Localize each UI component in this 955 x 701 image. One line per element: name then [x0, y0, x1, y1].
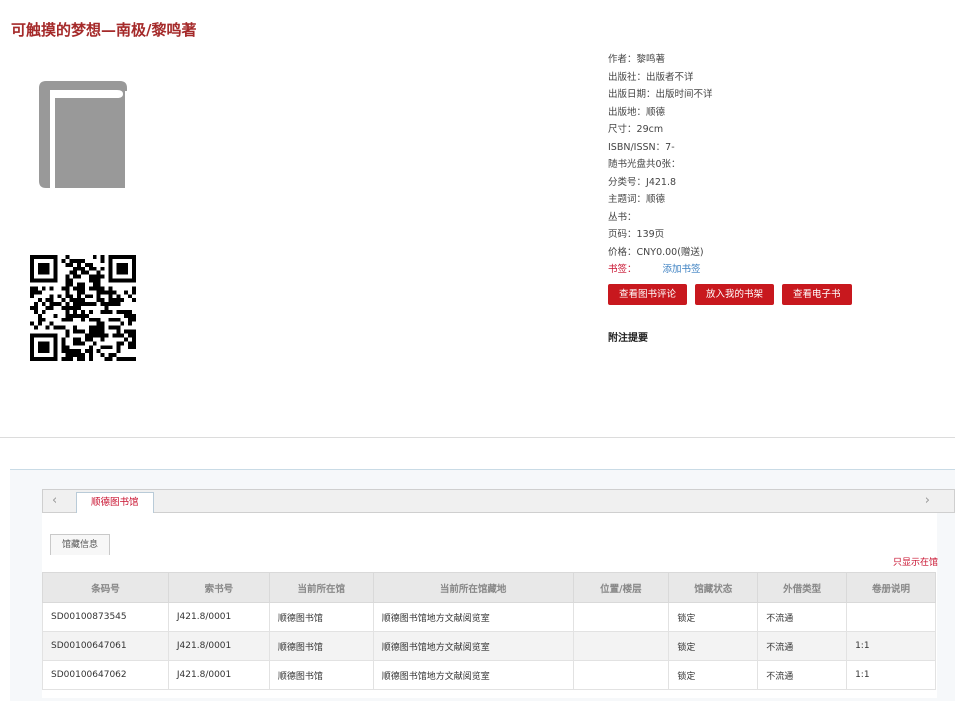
meta-tags: 书签： 添加书签	[608, 261, 938, 279]
cell-barcode: SD00100647061	[42, 631, 169, 661]
tags-label: 书签：	[608, 264, 637, 275]
meta-series: 丛书：	[608, 211, 637, 223]
col-status: 馆藏状态	[668, 572, 759, 603]
meta-isbn: ISBN/ISSN：7-	[608, 141, 675, 153]
cell-barcode: SD00100647062	[42, 660, 169, 690]
cell-location: 顺德图书馆地方文献阅览室	[372, 602, 574, 632]
cell-volume: 1:1	[846, 631, 936, 661]
meta-class-no: 分类号：J421.8	[608, 176, 677, 188]
col-loan-type: 外借类型	[757, 572, 848, 603]
add-to-shelf-button[interactable]: 放入我的书架	[695, 284, 775, 305]
book-title: 可触摸的梦想—南极/黎鸣著	[11, 21, 197, 39]
table-row: SD00100647062 J421.8/0001 顺德图书馆 顺德图书馆地方文…	[42, 660, 936, 690]
col-current-location: 当前所在馆藏地	[372, 572, 574, 603]
meta-author: 作者：黎鸣著	[608, 54, 666, 65]
note-title: 附注提要	[608, 333, 648, 344]
col-current-library: 当前所在馆	[268, 572, 374, 603]
col-volume-note: 卷册说明	[846, 572, 936, 603]
meta-cd: 随书光盘共0张：	[608, 159, 681, 170]
meta-publisher: 出版社：出版者不详	[608, 71, 694, 83]
cell-volume: 1:1	[846, 660, 936, 690]
holdings-panel: ‹ 顺德图书馆 › 馆藏信息 只显示在馆 条码号 索书号 当前所在馆 当前所在馆…	[10, 469, 955, 701]
cell-call-no: J421.8/0001	[167, 631, 270, 661]
view-reviews-button[interactable]: 查看图书评论	[608, 284, 688, 305]
meta-pages: 页码：139页	[608, 229, 665, 240]
table-header-row: 条码号 索书号 当前所在馆 当前所在馆藏地 位置/楼层 馆藏状态 外借类型 卷册…	[42, 572, 936, 603]
cell-library: 顺德图书馆	[268, 660, 374, 690]
cell-status: 锁定	[668, 631, 759, 661]
cell-call-no: J421.8/0001	[167, 602, 270, 632]
add-tag-link[interactable]: 添加书签	[663, 264, 701, 275]
holdings-content: 馆藏信息 只显示在馆 条码号 索书号 当前所在馆 当前所在馆藏地 位置/楼层 馆…	[42, 513, 938, 698]
cell-loan-type: 不流通	[757, 660, 848, 690]
chevron-left-icon[interactable]: ‹	[52, 493, 57, 508]
col-floor: 位置/楼层	[572, 572, 670, 603]
only-show-available-link[interactable]: 只显示在馆	[893, 555, 938, 568]
table-row: SD00100873545 J421.8/0001 顺德图书馆 顺德图书馆地方文…	[42, 602, 936, 632]
chevron-right-icon[interactable]: ›	[925, 493, 930, 508]
cell-floor	[572, 660, 670, 690]
view-ebook-button[interactable]: 查看电子书	[782, 284, 852, 305]
cell-floor	[572, 602, 670, 632]
tab-shunde-library[interactable]: 顺德图书馆	[76, 492, 154, 513]
table-row: SD00100647061 J421.8/0001 顺德图书馆 顺德图书馆地方文…	[42, 631, 936, 661]
cell-status: 锁定	[668, 660, 759, 690]
cell-status: 锁定	[668, 602, 759, 632]
qr-code-icon	[29, 255, 137, 361]
action-buttons: 查看图书评论 放入我的书架 查看电子书	[608, 284, 852, 305]
meta-pub-place: 出版地：顺德	[608, 106, 666, 118]
meta-pub-date: 出版日期：出版时间不详	[608, 89, 713, 100]
cell-loan-type: 不流通	[757, 602, 848, 632]
cell-library: 顺德图书馆	[268, 631, 374, 661]
holdings-table: 条码号 索书号 当前所在馆 当前所在馆藏地 位置/楼层 馆藏状态 外借类型 卷册…	[42, 572, 936, 690]
cell-barcode: SD00100873545	[42, 602, 169, 632]
meta-subject: 主题词：顺德	[608, 194, 666, 205]
cell-call-no: J421.8/0001	[167, 660, 270, 690]
cell-floor	[572, 631, 670, 661]
col-barcode: 条码号	[42, 572, 169, 603]
cell-location: 顺德图书馆地方文献阅览室	[372, 660, 574, 690]
cell-volume	[846, 602, 936, 632]
meta-price: 价格：CNY0.00(赠送)	[608, 246, 704, 258]
book-icon	[36, 78, 128, 192]
meta-size: 尺寸：29cm	[608, 124, 664, 135]
library-tab-bar: ‹ 顺德图书馆 ›	[42, 489, 955, 513]
divider	[0, 437, 955, 438]
cell-library: 顺德图书馆	[268, 602, 374, 632]
tab-holdings-info[interactable]: 馆藏信息	[50, 534, 111, 555]
cell-loan-type: 不流通	[757, 631, 848, 661]
col-call-no: 索书号	[167, 572, 270, 603]
cell-location: 顺德图书馆地方文献阅览室	[372, 631, 574, 661]
book-metadata: 作者：黎鸣著 出版社：出版者不详 出版日期：出版时间不详 出版地：顺德 尺寸：2…	[608, 51, 938, 279]
